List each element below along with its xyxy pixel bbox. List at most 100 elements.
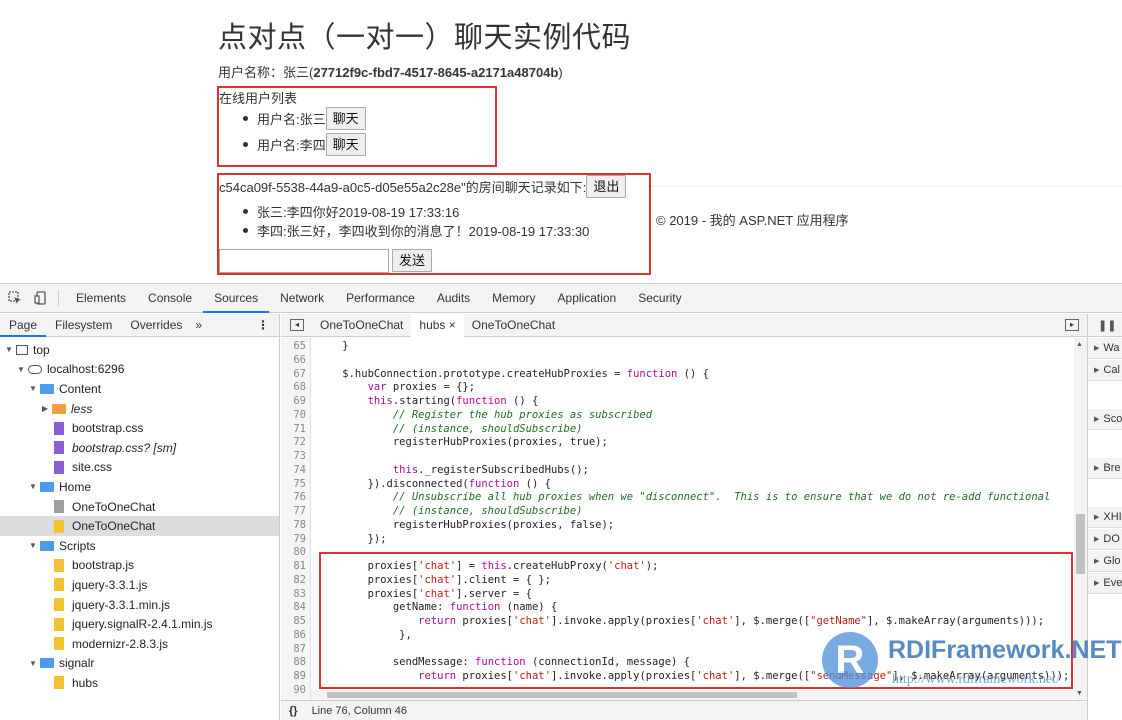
line-number: 70 bbox=[293, 408, 306, 421]
nav-tab-filesystem[interactable]: Filesystem bbox=[46, 314, 121, 337]
tab-sources[interactable]: Sources bbox=[203, 284, 270, 313]
editor-tabs: ◂ OneToOneChat hubs × OneToOneChat ▸ bbox=[281, 313, 1087, 337]
tree-item[interactable]: site.css bbox=[0, 458, 112, 478]
debugger-section-event[interactable]: ▶ Eve bbox=[1088, 573, 1122, 594]
bullet-icon bbox=[243, 142, 248, 147]
file-icon bbox=[54, 598, 64, 612]
tree-item[interactable]: OneToOneChat bbox=[0, 497, 155, 517]
chat-button[interactable]: 聊天 bbox=[325, 107, 366, 130]
exit-button[interactable]: 退出 bbox=[586, 175, 627, 198]
tree-item[interactable]: jquery-3.3.1.js bbox=[0, 575, 147, 595]
toggle-debugger-icon[interactable]: ▸ bbox=[1065, 319, 1079, 331]
tree-item[interactable]: ▼ signalr bbox=[0, 654, 94, 674]
debugger-section-breakpoints[interactable]: ▶ Bre bbox=[1088, 458, 1122, 479]
nav-tab-overrides[interactable]: Overrides bbox=[121, 314, 191, 337]
folder-icon bbox=[40, 658, 54, 669]
line-number: 86 bbox=[293, 628, 306, 641]
debugger-section-scope[interactable]: ▶ Sco bbox=[1088, 409, 1122, 430]
room-title-text: c54ca09f-5538-44a9-a0c5-d05e55a2c28e"的房间… bbox=[219, 180, 587, 195]
tree-item[interactable]: bootstrap.css bbox=[0, 418, 143, 438]
tree-item[interactable]: ▶ less bbox=[0, 399, 92, 419]
pause-icon[interactable]: ❚❚ bbox=[1088, 314, 1122, 337]
hscroll-thumb[interactable] bbox=[327, 692, 797, 698]
tree-item[interactable]: bootstrap.css? [sm] bbox=[0, 438, 176, 458]
tree-item[interactable]: bootstrap.js bbox=[0, 556, 134, 576]
folder-icon bbox=[52, 403, 66, 414]
file-icon bbox=[54, 578, 64, 592]
message-input[interactable] bbox=[219, 249, 389, 273]
tree-item-label: bootstrap.js bbox=[72, 558, 135, 573]
cursor-position: Line 76, Column 46 bbox=[311, 704, 407, 717]
tree-item[interactable]: ▼ localhost:6296 bbox=[0, 360, 124, 380]
tree-item[interactable]: OneToOneChat bbox=[0, 516, 279, 536]
online-user-label: 用户名:张三 bbox=[257, 112, 326, 127]
expanded-arrow-icon[interactable]: ▼ bbox=[28, 482, 38, 491]
tree-item[interactable]: ▼ top bbox=[0, 340, 50, 360]
tree-item[interactable]: ▼ Home bbox=[0, 477, 91, 497]
online-user-label: 用户名:李四 bbox=[257, 138, 326, 153]
code-line: this.starting(function () { bbox=[367, 395, 539, 407]
expanded-arrow-icon[interactable]: ▼ bbox=[28, 541, 38, 550]
line-number: 71 bbox=[293, 422, 306, 435]
nav-tab-page[interactable]: Page bbox=[0, 314, 47, 337]
tab-network[interactable]: Network bbox=[269, 284, 335, 313]
kebab-menu-icon[interactable]: ⋮ bbox=[257, 318, 269, 332]
watermark: R RDIFramework.NET http://www.rdiframewo… bbox=[822, 628, 1121, 698]
tab-memory[interactable]: Memory bbox=[481, 284, 546, 313]
collapsed-arrow-icon[interactable]: ▶ bbox=[40, 404, 50, 413]
tab-security[interactable]: Security bbox=[627, 284, 692, 313]
pretty-print-icon[interactable]: {} bbox=[289, 705, 298, 717]
editor-status-bar: {} Line 76, Column 46 bbox=[281, 700, 1087, 720]
chat-message: 张三:李四你好2019-08-19 17:33:16 bbox=[243, 202, 459, 221]
chat-message-text: 张三:李四你好2019-08-19 17:33:16 bbox=[257, 205, 460, 220]
line-number: 65 bbox=[293, 340, 306, 352]
debugger-section-callstack[interactable]: ▶ Cal bbox=[1088, 360, 1122, 381]
close-tab-icon[interactable]: × bbox=[449, 318, 456, 332]
online-user-item: 用户名:李四 聊天 bbox=[243, 133, 366, 156]
expanded-arrow-icon[interactable]: ▼ bbox=[4, 345, 14, 354]
editor-tab-onetoonechat[interactable]: OneToOneChat bbox=[312, 314, 411, 337]
code-line: $.hubConnection.prototype.createHubProxi… bbox=[317, 367, 709, 380]
tab-console[interactable]: Console bbox=[137, 284, 203, 313]
expanded-arrow-icon[interactable]: ▼ bbox=[28, 384, 38, 393]
watermark-url: http://www.rdiframework.net/ bbox=[892, 672, 1060, 687]
send-button[interactable]: 发送 bbox=[392, 249, 433, 272]
tree-item[interactable]: ▼ Content bbox=[0, 379, 101, 399]
toolbar-divider bbox=[58, 290, 59, 306]
tree-item[interactable]: jquery-3.3.1.min.js bbox=[0, 595, 170, 615]
line-number: 73 bbox=[293, 450, 306, 462]
tab-audits[interactable]: Audits bbox=[426, 284, 481, 313]
editor-tab-hubs[interactable]: hubs × bbox=[411, 313, 464, 337]
debugger-section-dom[interactable]: ▶ DO bbox=[1088, 529, 1122, 550]
expanded-arrow-icon[interactable]: ▼ bbox=[28, 659, 38, 668]
editor-tab-label: hubs bbox=[419, 317, 446, 332]
inspect-element-icon[interactable] bbox=[4, 287, 26, 309]
tree-item[interactable]: ▼ Scripts bbox=[0, 536, 96, 556]
debugger-section-watch[interactable]: ▶ Wa bbox=[1088, 338, 1122, 359]
folder-icon bbox=[40, 383, 54, 394]
chat-message-text: 李四:张三好，李四收到你的消息了！2019-08-19 17:33:30 bbox=[257, 224, 590, 239]
toggle-navigator-icon[interactable]: ◂ bbox=[290, 319, 304, 331]
bullet-icon bbox=[243, 116, 248, 121]
device-toolbar-icon[interactable] bbox=[30, 287, 52, 309]
code-line: }).disconnected(function () { bbox=[317, 477, 551, 490]
tree-item[interactable]: modernizr-2.8.3.js bbox=[0, 634, 168, 654]
debugger-section-xhr[interactable]: ▶ XHI bbox=[1088, 507, 1122, 528]
editor-tab-onetoonechat-2[interactable]: OneToOneChat bbox=[464, 314, 563, 337]
tab-application[interactable]: Application bbox=[547, 284, 628, 313]
tree-item[interactable]: hubs bbox=[0, 673, 98, 693]
chat-button[interactable]: 聊天 bbox=[325, 133, 366, 156]
tab-elements[interactable]: Elements bbox=[65, 284, 137, 313]
page-footer: © 2019 - 我的 ASP.NET 应用程序 bbox=[656, 213, 849, 228]
scroll-thumb[interactable] bbox=[1076, 514, 1085, 574]
tree-item[interactable]: jquery.signalR-2.4.1.min.js bbox=[0, 614, 213, 634]
tree-item-label: modernizr-2.8.3.js bbox=[72, 636, 169, 651]
debugger-section-global[interactable]: ▶ Glo bbox=[1088, 551, 1122, 572]
tab-performance[interactable]: Performance bbox=[335, 284, 426, 313]
file-icon bbox=[54, 519, 64, 533]
tree-item-label: hubs bbox=[72, 675, 99, 690]
tree-item-label: bootstrap.css bbox=[72, 421, 144, 436]
more-tabs-icon[interactable]: » bbox=[195, 318, 202, 332]
scroll-up-icon[interactable]: ▲ bbox=[1076, 341, 1083, 348]
expanded-arrow-icon[interactable]: ▼ bbox=[16, 365, 26, 374]
